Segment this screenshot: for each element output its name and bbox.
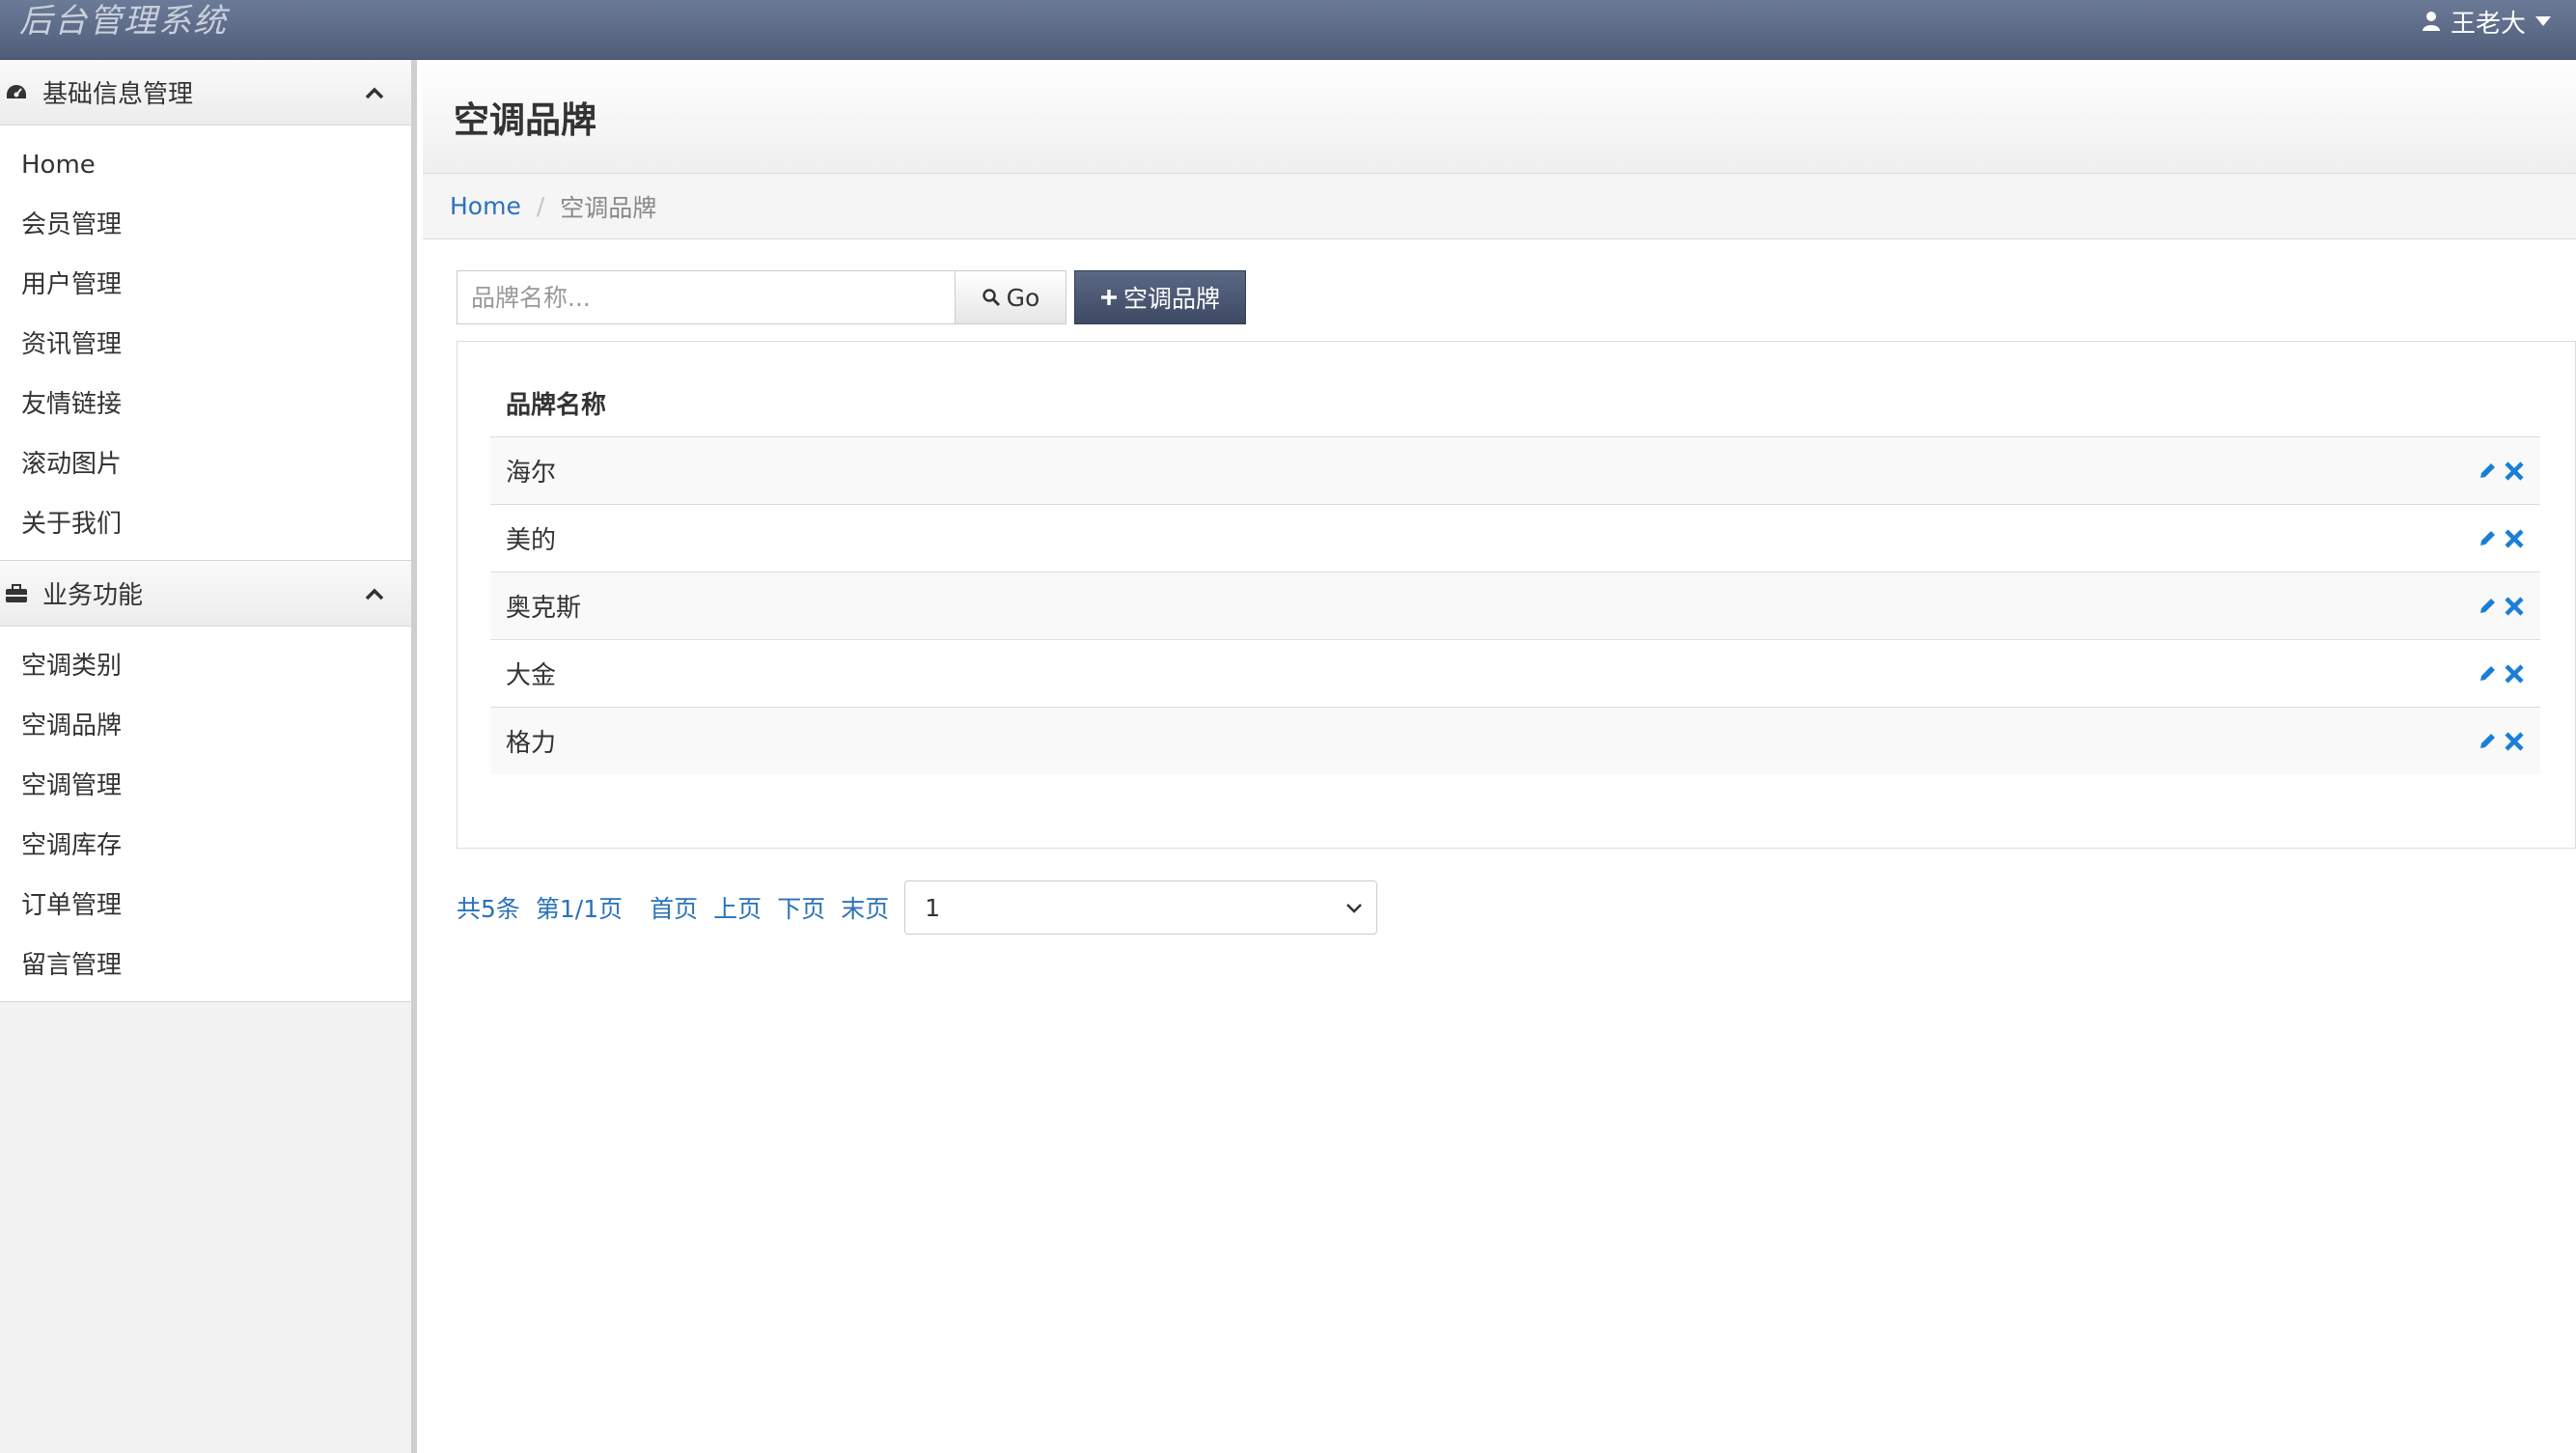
page-select-value: 1 — [925, 893, 941, 922]
pager-prev-link[interactable]: 上页 — [713, 890, 762, 925]
go-button[interactable]: Go — [955, 270, 1066, 324]
add-brand-button-label: 空调品牌 — [1123, 285, 1221, 313]
sidebar-group-title: 业务功能 — [42, 581, 144, 610]
delete-x-icon[interactable] — [2502, 729, 2527, 754]
edit-pencil-icon[interactable] — [2475, 526, 2500, 551]
edit-pencil-icon[interactable] — [2475, 661, 2500, 686]
delete-x-icon[interactable] — [2502, 526, 2527, 551]
column-header-actions — [1684, 371, 2540, 437]
sidebar-item-carousel[interactable]: 滚动图片 — [0, 434, 411, 494]
sidebar-item-orders[interactable]: 订单管理 — [0, 876, 411, 936]
brand-table-panel: 品牌名称 海尔 美的 奥克斯 大金 格力 — [457, 341, 2576, 849]
sidebar-item-ac-category[interactable]: 空调类别 — [0, 636, 411, 696]
edit-pencil-icon[interactable] — [2475, 594, 2500, 619]
pager-last-link[interactable]: 末页 — [841, 890, 889, 925]
column-header-brand-name: 品牌名称 — [490, 371, 1685, 437]
sidebar-item-ac-stock[interactable]: 空调库存 — [0, 816, 411, 876]
pager-first-link[interactable]: 首页 — [650, 890, 698, 925]
user-menu[interactable]: 王老大 — [2422, 0, 2551, 42]
delete-x-icon[interactable] — [2502, 594, 2527, 619]
breadcrumb-separator: / — [536, 192, 545, 220]
row-actions — [1684, 504, 2540, 573]
edit-pencil-icon[interactable] — [2475, 729, 2500, 754]
main-content: 空调品牌 Home / 空调品牌 Go 空调品牌 品牌名称 — [423, 60, 2576, 1453]
page-title: 空调品牌 — [454, 98, 596, 141]
sidebar-group-title: 基础信息管理 — [42, 80, 194, 109]
row-actions — [1684, 639, 2540, 708]
sidebar-item-ac-brand[interactable]: 空调品牌 — [0, 696, 411, 756]
sidebar-menu-business: 空调类别 空调品牌 空调管理 空调库存 订单管理 留言管理 — [0, 627, 411, 1002]
sidebar-item-home[interactable]: Home — [0, 135, 411, 195]
brand-name-cell: 海尔 — [490, 436, 1685, 505]
sidebar-item-ac-manage[interactable]: 空调管理 — [0, 756, 411, 816]
chevron-up-icon[interactable] — [361, 79, 388, 106]
table-row: 海尔 — [490, 436, 2540, 505]
sidebar-item-members[interactable]: 会员管理 — [0, 195, 411, 255]
row-actions — [1684, 436, 2540, 505]
edit-pencil-icon[interactable] — [2475, 459, 2500, 484]
delete-x-icon[interactable] — [2502, 459, 2527, 484]
plus-icon — [1101, 290, 1117, 305]
sidebar-item-about[interactable]: 关于我们 — [0, 494, 411, 554]
pagination: 共5条 第1/1页 首页 上页 下页 末页 1 — [457, 880, 1378, 935]
table-row: 格力 — [490, 707, 2540, 774]
sidebar-item-news[interactable]: 资讯管理 — [0, 315, 411, 375]
page-select[interactable]: 1 — [904, 880, 1378, 935]
add-brand-button[interactable]: 空调品牌 — [1074, 270, 1247, 324]
sidebar-item-users[interactable]: 用户管理 — [0, 255, 411, 315]
sidebar-group-business[interactable]: 业务功能 — [0, 561, 411, 627]
search-input[interactable] — [457, 270, 955, 324]
go-button-label: Go — [1006, 283, 1040, 312]
delete-x-icon[interactable] — [2502, 661, 2527, 686]
sidebar-item-links[interactable]: 友情链接 — [0, 375, 411, 434]
sidebar: 基础信息管理 Home 会员管理 用户管理 资讯管理 友情链接 滚动图片 关于我… — [0, 60, 417, 1453]
user-name: 王老大 — [2450, 9, 2526, 39]
brand-name-cell: 奥克斯 — [490, 572, 1685, 640]
briefcase-icon — [2, 579, 31, 608]
breadcrumb-home-link[interactable]: Home — [450, 192, 521, 220]
chevron-down-icon — [1346, 904, 1363, 913]
search-icon — [982, 289, 1000, 307]
brand-name-cell: 格力 — [490, 707, 1685, 774]
table-row: 美的 — [490, 504, 2540, 573]
caret-down-icon — [2535, 16, 2551, 26]
user-icon — [2422, 12, 2440, 31]
pager-total: 共5条 — [457, 895, 520, 923]
sidebar-group-basic-info[interactable]: 基础信息管理 — [0, 60, 411, 126]
sidebar-menu-basic-info: Home 会员管理 用户管理 资讯管理 友情链接 滚动图片 关于我们 — [0, 126, 411, 561]
pager-page-info: 第1/1页 — [535, 895, 623, 923]
table-row: 大金 — [490, 639, 2540, 708]
page-header: 空调品牌 — [423, 60, 2576, 174]
app-title: 后台管理系统 — [19, 2, 228, 41]
brand-table: 品牌名称 海尔 美的 奥克斯 大金 格力 — [490, 371, 2540, 774]
sidebar-item-messages[interactable]: 留言管理 — [0, 936, 411, 995]
top-navbar: 后台管理系统 王老大 — [0, 0, 2576, 60]
row-actions — [1684, 572, 2540, 640]
breadcrumb: Home / 空调品牌 — [423, 174, 2576, 239]
chevron-up-icon[interactable] — [361, 580, 388, 607]
brand-name-cell: 大金 — [490, 639, 1685, 708]
toolbar: Go 空调品牌 — [457, 270, 1247, 324]
brand-name-cell: 美的 — [490, 504, 1685, 573]
row-actions — [1684, 707, 2540, 774]
pager-next-link[interactable]: 下页 — [777, 890, 825, 925]
table-header-row: 品牌名称 — [490, 371, 2540, 437]
table-row: 奥克斯 — [490, 572, 2540, 640]
breadcrumb-current: 空调品牌 — [560, 193, 657, 222]
dashboard-icon — [2, 78, 31, 107]
